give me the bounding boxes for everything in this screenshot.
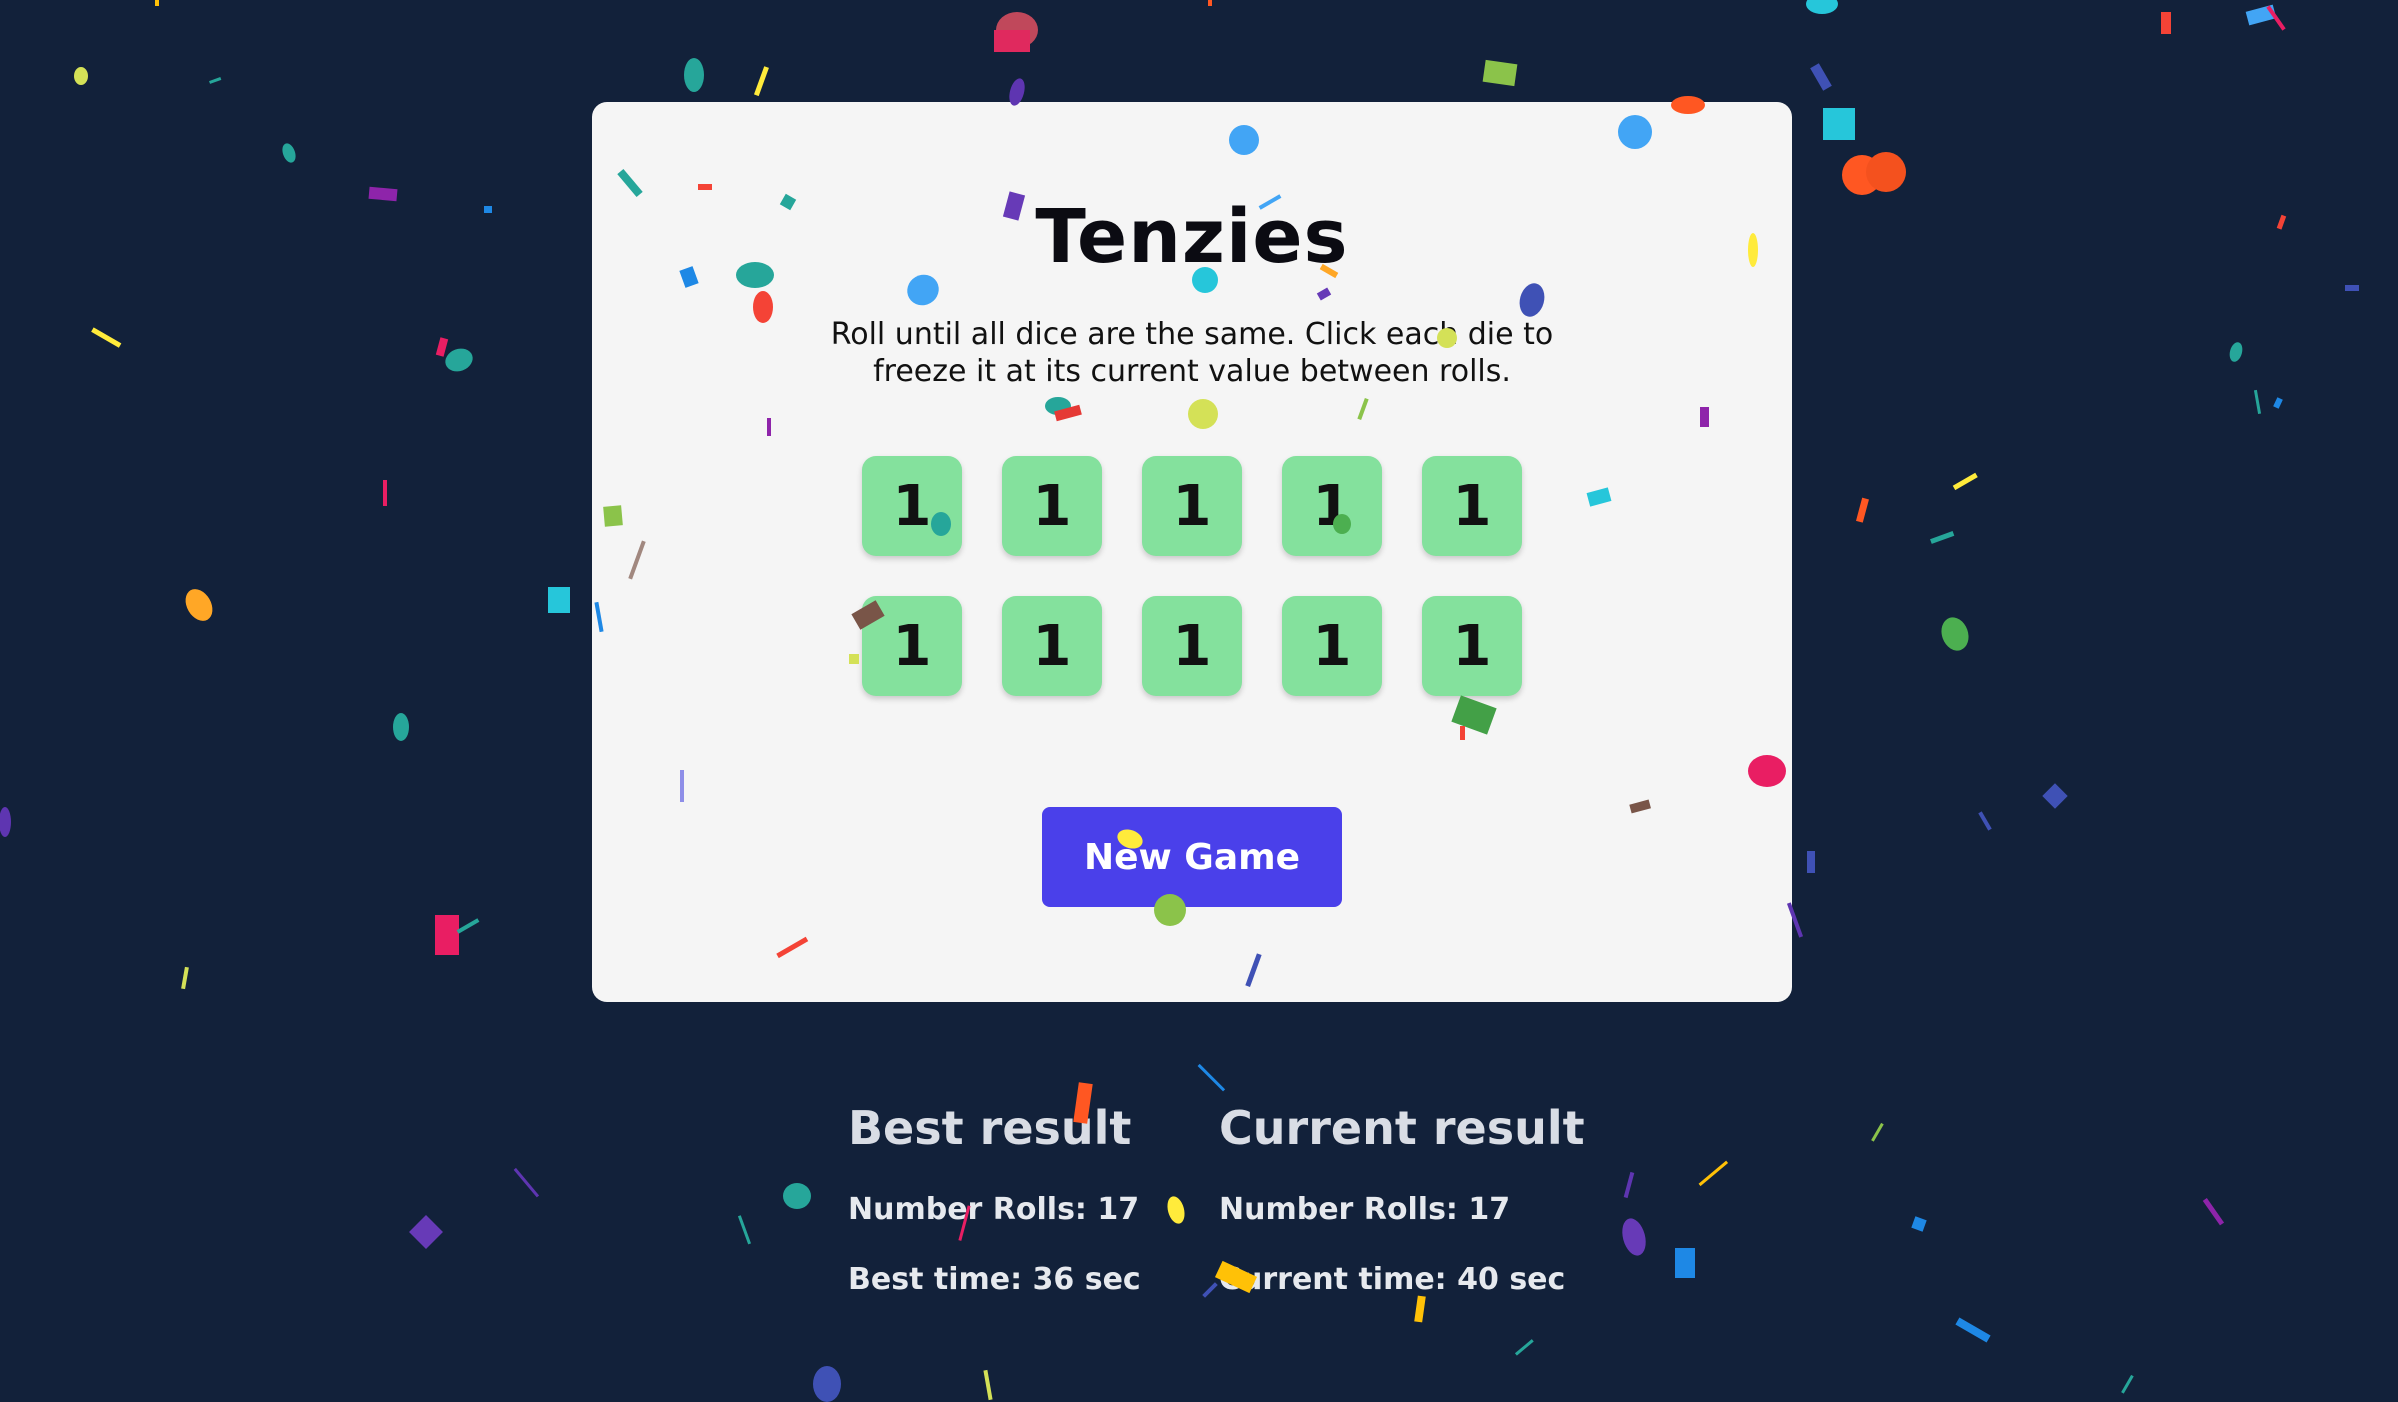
current-result-heading: Current result [1219, 1101, 1585, 1155]
current-rolls-text: Number Rolls: 17 [1219, 1192, 1511, 1227]
confetti-piece [1698, 1160, 1729, 1187]
confetti-piece [1623, 1171, 1635, 1199]
confetti-piece [1866, 152, 1906, 192]
die-9[interactable]: 1 [1282, 596, 1382, 696]
confetti-piece [484, 206, 492, 213]
confetti-piece [74, 67, 88, 85]
confetti-piece [1514, 1339, 1534, 1356]
confetti-piece [1202, 1282, 1218, 1298]
confetti-piece [1806, 0, 1838, 14]
game-instructions: Roll until all dice are the same. Click … [830, 317, 1554, 389]
confetti-piece [445, 348, 473, 372]
confetti-piece [1675, 1248, 1695, 1278]
confetti-piece [2229, 342, 2243, 362]
die-value: 1 [1172, 473, 1212, 539]
die-5[interactable]: 1 [1422, 456, 1522, 556]
confetti-piece [1930, 531, 1955, 544]
confetti-piece [1208, 0, 1212, 6]
confetti-piece [983, 1369, 993, 1401]
confetti-piece [435, 337, 449, 357]
current-time-text: Current time: 40 sec [1219, 1262, 1566, 1297]
confetti-piece [2273, 397, 2283, 409]
die-value: 1 [1452, 473, 1492, 539]
die-6[interactable]: 1 [862, 596, 962, 696]
confetti-piece [1978, 811, 1992, 831]
confetti-piece [1823, 108, 1855, 140]
confetti-piece [1482, 59, 1518, 87]
die-2[interactable]: 1 [1002, 456, 1102, 556]
confetti-piece [1810, 63, 1832, 91]
die-8[interactable]: 1 [1142, 596, 1242, 696]
confetti-piece [409, 1215, 443, 1249]
die-10[interactable]: 1 [1422, 596, 1522, 696]
best-result-panel: Best result Number Rolls: 17 Best time: … [848, 1100, 1141, 1332]
confetti-piece [2161, 12, 2171, 34]
confetti-piece [1955, 1317, 1991, 1343]
die-value: 1 [1032, 473, 1072, 539]
best-result-heading: Best result [848, 1101, 1132, 1155]
confetti-piece [1952, 472, 1978, 491]
confetti-piece [456, 918, 480, 934]
confetti-piece [91, 327, 122, 348]
new-game-button[interactable]: New Game [1042, 807, 1342, 907]
die-7[interactable]: 1 [1002, 596, 1102, 696]
confetti-piece [1197, 1063, 1226, 1092]
confetti-piece [0, 807, 11, 837]
confetti-piece [2245, 4, 2277, 26]
confetti-piece [209, 77, 222, 84]
confetti-piece [996, 12, 1038, 48]
die-1[interactable]: 1 [862, 456, 962, 556]
confetti-piece [155, 0, 159, 6]
confetti-piece [684, 58, 704, 92]
confetti-piece [2266, 5, 2286, 31]
die-value: 1 [892, 473, 932, 539]
confetti-piece [1871, 1122, 1884, 1142]
die-3[interactable]: 1 [1142, 456, 1242, 556]
confetti-piece [2121, 1374, 2134, 1394]
confetti-piece [2042, 783, 2068, 809]
confetti-piece [813, 1366, 841, 1402]
confetti-piece [181, 966, 189, 990]
die-value: 1 [892, 613, 932, 679]
best-time-text: Best time: 36 sec [848, 1262, 1141, 1297]
die-value: 1 [1312, 473, 1352, 539]
die-value: 1 [1172, 613, 1212, 679]
confetti-piece [1842, 155, 1882, 195]
confetti-piece [548, 587, 570, 613]
die-value: 1 [1032, 613, 1072, 679]
confetti-piece [1807, 851, 1815, 873]
confetti-piece [282, 143, 296, 163]
confetti-piece [2345, 285, 2359, 291]
confetti-piece [1855, 497, 1869, 523]
confetti-piece [783, 1183, 811, 1209]
confetti-piece [1622, 1218, 1646, 1256]
confetti-piece [1167, 1196, 1185, 1224]
confetti-piece [737, 1215, 752, 1245]
confetti-piece [2253, 389, 2262, 414]
confetti-piece [435, 915, 459, 955]
die-value: 1 [1452, 613, 1492, 679]
game-title: Tenzies [1035, 194, 1349, 280]
confetti-piece [383, 480, 387, 506]
confetti-piece [2276, 214, 2287, 230]
confetti-piece [368, 186, 398, 202]
confetti-piece [994, 30, 1030, 52]
dice-grid: 1 1 1 1 1 1 1 1 1 1 [862, 456, 1522, 696]
best-rolls-text: Number Rolls: 17 [848, 1192, 1140, 1227]
confetti-piece [513, 1167, 540, 1198]
confetti-piece [1941, 617, 1969, 651]
die-value: 1 [1312, 613, 1352, 679]
die-4[interactable]: 1 [1282, 456, 1382, 556]
confetti-piece [753, 66, 769, 97]
confetti-piece [393, 713, 409, 741]
confetti-piece [185, 589, 213, 621]
confetti-piece [2202, 1197, 2225, 1226]
confetti-piece [1911, 1216, 1927, 1232]
game-card: Tenzies Roll until all dice are the same… [592, 102, 1792, 1002]
current-result-panel: Current result Number Rolls: 17 Current … [1219, 1100, 1585, 1332]
